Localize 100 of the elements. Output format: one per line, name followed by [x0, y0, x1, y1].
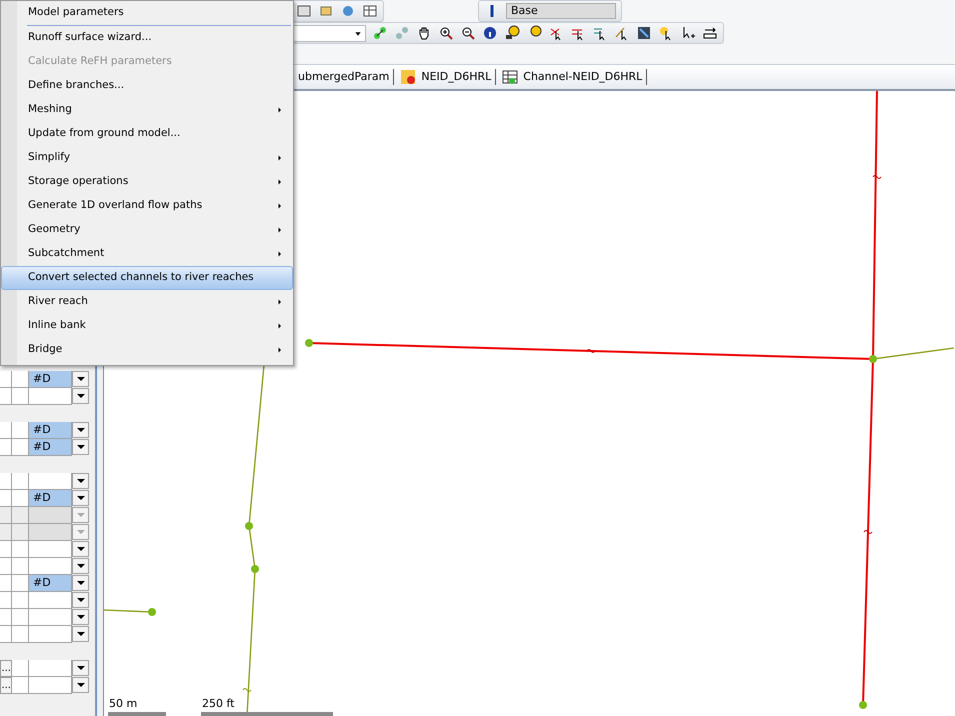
node-icon[interactable] [340, 3, 356, 19]
grid-icon[interactable] [502, 69, 518, 85]
grid-cell [12, 558, 29, 575]
menu-item[interactable]: Inline bank [1, 314, 293, 338]
ellipsis-button[interactable]: ... [0, 660, 12, 677]
menu-item[interactable]: Runoff surface wizard... [1, 26, 293, 50]
caret-icon [76, 581, 84, 585]
node-point[interactable] [148, 608, 156, 616]
document-tab[interactable]: Channel-NEID_D6HRL [502, 68, 648, 86]
submenu-arrow-icon [276, 250, 284, 258]
value-cell[interactable]: #D [29, 422, 72, 439]
menu-item[interactable]: Bridge [1, 338, 293, 362]
dropdown-button[interactable] [72, 558, 89, 574]
grid-cell [0, 439, 12, 456]
dropdown-button[interactable] [72, 473, 89, 489]
caret-icon [76, 564, 84, 568]
grid-cell [12, 541, 29, 558]
node-point[interactable] [869, 355, 877, 363]
menu-item[interactable]: River reach [1, 290, 293, 314]
value-cell[interactable] [29, 677, 72, 694]
table-icon[interactable] [362, 3, 378, 19]
value-cell[interactable] [29, 592, 72, 609]
dropdown-button[interactable] [72, 541, 89, 557]
grid-cell [12, 660, 29, 677]
dropdown-button[interactable] [72, 371, 89, 387]
grid-cell [0, 422, 12, 439]
grid-cell [12, 592, 29, 609]
dropdown-button[interactable] [72, 677, 89, 693]
zoom-in-icon[interactable] [438, 25, 454, 41]
menu-item[interactable]: Subcatchment [1, 242, 293, 266]
document-tab[interactable]: NEID_D6HRL [400, 68, 496, 86]
value-cell[interactable]: #D [29, 371, 72, 388]
flow-mark [872, 175, 882, 179]
menu-item[interactable]: Update from ground model... [1, 122, 293, 146]
ruler-icon[interactable] [702, 25, 718, 41]
value-cell[interactable] [29, 660, 72, 677]
submenu-arrow-icon [276, 298, 284, 306]
submenu-arrow-icon [276, 346, 284, 354]
menu-item[interactable]: Convert selected channels to river reaches [1, 266, 293, 290]
grid-cell [12, 575, 29, 592]
dropdown-button[interactable] [72, 660, 89, 676]
caret-icon [76, 377, 84, 381]
menu-item[interactable]: Meshing [1, 98, 293, 122]
grid-cell [0, 371, 12, 388]
flow-mark [242, 688, 252, 692]
value-cell[interactable] [29, 626, 72, 643]
value-cell[interactable] [29, 541, 72, 558]
document-tab[interactable]: ubmergedParam [298, 68, 394, 86]
caret-icon [76, 632, 84, 636]
value-cell[interactable] [29, 558, 72, 575]
menu-item[interactable]: Define branches... [1, 74, 293, 98]
caret-icon [76, 683, 84, 687]
dropdown-button[interactable] [72, 439, 89, 455]
value-cell[interactable] [29, 609, 72, 626]
ellipsis-button[interactable]: ... [0, 677, 12, 694]
grid-cell [0, 473, 12, 490]
value-cell[interactable]: #D [29, 439, 72, 456]
grid-cell [0, 490, 12, 507]
value-cell[interactable]: #D [29, 575, 72, 592]
node-point[interactable] [859, 701, 867, 709]
grid-cell [12, 371, 29, 388]
dropdown-button[interactable] [72, 422, 89, 438]
menu-item[interactable]: Geometry [1, 218, 293, 242]
dropdown-button[interactable] [72, 592, 89, 608]
info-icon[interactable] [482, 25, 498, 41]
grid-cell [12, 490, 29, 507]
dropdown-button[interactable] [72, 626, 89, 642]
dropdown-button[interactable] [72, 609, 89, 625]
dropdown-button[interactable] [72, 388, 89, 404]
submenu-arrow-icon [276, 202, 284, 210]
dropdown-button[interactable] [72, 490, 89, 506]
node-point[interactable] [305, 339, 313, 347]
node-point[interactable] [245, 522, 253, 530]
menu-item[interactable]: Simplify [1, 146, 293, 170]
menu-item[interactable]: Generate 1D overland flow paths [1, 194, 293, 218]
flow-mark [864, 530, 872, 534]
caret-icon [76, 513, 84, 517]
grid-cell [0, 592, 12, 609]
caret-icon [76, 598, 84, 602]
zoom-out-icon[interactable] [460, 25, 476, 41]
value-cell[interactable]: #D [29, 490, 72, 507]
grid-cell [12, 507, 29, 524]
dropdown-button[interactable] [72, 575, 89, 591]
caret-icon [76, 547, 84, 551]
submenu-arrow-icon [276, 154, 284, 162]
menu-item[interactable]: Model parameters [1, 1, 293, 25]
value-cell[interactable] [29, 473, 72, 490]
menu-item[interactable]: Storage operations [1, 170, 293, 194]
caret-icon [76, 445, 84, 449]
caret-icon [76, 530, 84, 534]
flow-mark [586, 349, 596, 353]
node-point[interactable] [251, 565, 259, 573]
grid-cell [0, 541, 12, 558]
grid-cell [12, 473, 29, 490]
grid-cell [12, 422, 29, 439]
network-icon[interactable] [372, 25, 388, 41]
value-cell[interactable] [29, 388, 72, 405]
grid-cell [0, 507, 12, 524]
scenario-field[interactable]: Base [506, 3, 616, 19]
scale-bar [108, 712, 166, 716]
